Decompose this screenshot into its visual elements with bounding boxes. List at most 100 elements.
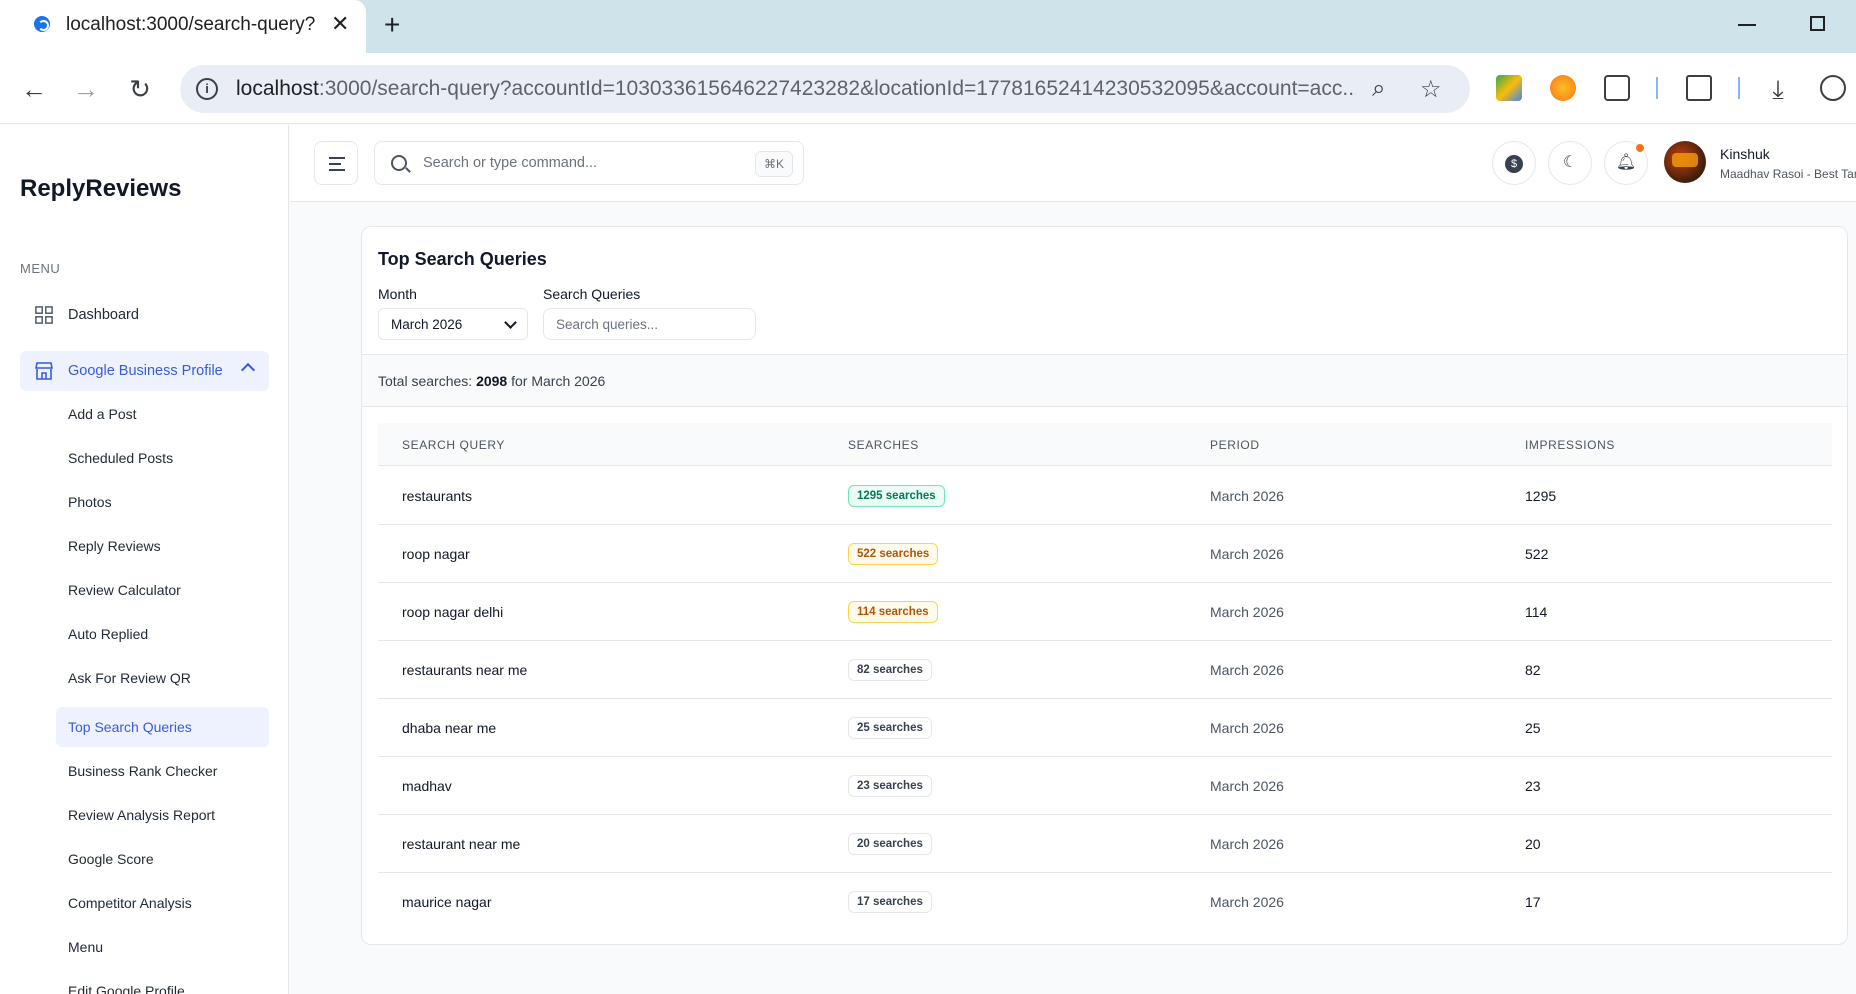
zoom-icon[interactable]: ⌕ [1372, 75, 1385, 103]
minimize-icon[interactable] [1738, 24, 1756, 26]
total-searches-summary: Total searches: 2098 for March 2026 [362, 354, 1847, 407]
extensions-puzzle-icon[interactable] [1604, 75, 1630, 101]
summary-prefix: Total searches: [378, 373, 477, 389]
searches-badge: 114 searches [848, 601, 938, 623]
sidebar-item-dashboard[interactable]: Dashboard [20, 295, 269, 335]
chevron-down-icon [504, 316, 517, 329]
table-row[interactable]: roop nagar delhi 114 searches March 2026… [378, 583, 1832, 641]
sidebar-toggle-button[interactable] [314, 141, 358, 185]
table-row[interactable]: restaurant near me 20 searches March 202… [378, 815, 1832, 873]
extension-icon[interactable] [1550, 75, 1576, 101]
period-cell: March 2026 [1210, 604, 1284, 620]
column-header-searches[interactable]: SEARCHES [848, 438, 919, 452]
sidebar-item-google-business-profile[interactable]: Google Business Profile [20, 351, 269, 391]
grid-icon [35, 306, 53, 324]
sidebar-subitem-label: Auto Replied [68, 626, 149, 642]
sidebar-subitem-review-analysis-report[interactable]: Review Analysis Report [56, 795, 269, 835]
column-header-impressions[interactable]: IMPRESSIONS [1525, 438, 1615, 452]
browser-tab[interactable]: localhost:3000/search-query?ac ✕ [0, 0, 366, 53]
avatar[interactable] [1664, 141, 1706, 183]
month-select[interactable]: March 2026 [378, 308, 528, 340]
sidebar-subitem-auto-replied[interactable]: Auto Replied [56, 614, 269, 654]
searches-badge: 1295 searches [848, 485, 945, 507]
query-cell: roop nagar [402, 546, 470, 562]
query-cell: maurice nagar [402, 894, 492, 910]
tab-title: localhost:3000/search-query?ac [66, 14, 316, 35]
tab-search-icon[interactable] [1686, 75, 1712, 101]
sidebar-subitem-label: Review Calculator [68, 582, 181, 598]
period-cell: March 2026 [1210, 778, 1284, 794]
impressions-cell: 1295 [1525, 488, 1557, 504]
searches-badge: 522 searches [848, 543, 939, 565]
sidebar-subitem-top-search-queries[interactable]: Top Search Queries [56, 707, 269, 747]
period-cell: March 2026 [1210, 836, 1284, 852]
sidebar-subitem-google-score[interactable]: Google Score [56, 839, 269, 879]
search-queries-label: Search Queries [543, 286, 641, 302]
sidebar-subitem-label: Reply Reviews [68, 538, 161, 554]
impressions-cell: 82 [1525, 662, 1541, 678]
table-row[interactable]: maurice nagar 17 searches March 2026 17 [378, 873, 1832, 931]
impressions-cell: 25 [1525, 720, 1541, 736]
theme-toggle-button[interactable]: ☾ [1548, 141, 1592, 185]
sidebar-subitem-photos[interactable]: Photos [56, 482, 269, 522]
new-tab-icon[interactable]: + [384, 9, 400, 41]
query-cell: madhav [402, 778, 452, 794]
bookmark-star-icon[interactable]: ☆ [1420, 75, 1442, 104]
sidebar-subitem-add-a-post[interactable]: Add a Post [56, 394, 269, 434]
sidebar-subitem-label: Competitor Analysis [68, 895, 192, 911]
command-search-input[interactable]: Search or type command... ⌘K [374, 141, 804, 185]
sidebar-subitem-review-calculator[interactable]: Review Calculator [56, 570, 269, 610]
searches-badge: 20 searches [848, 833, 932, 855]
query-cell: restaurants near me [402, 662, 528, 678]
reload-icon[interactable]: ↻ [124, 73, 156, 105]
table-row[interactable]: madhav 23 searches March 2026 23 [378, 757, 1832, 815]
user-business-name: Maadhav Rasoi - Best Tan [1720, 167, 1856, 181]
searches-badge: 82 searches [848, 659, 932, 681]
app-header: Search or type command... ⌘K $ ☾ 🔔︎ Kins… [290, 125, 1856, 202]
profile-icon[interactable] [1820, 75, 1846, 101]
user-name[interactable]: Kinshuk [1720, 146, 1770, 162]
back-icon[interactable]: ← [18, 73, 50, 105]
query-cell: restaurants [402, 488, 473, 504]
table-row[interactable]: restaurants near me 82 searches March 20… [378, 641, 1832, 699]
close-tab-icon[interactable]: ✕ [331, 11, 349, 37]
brand-logo-text[interactable]: ReplyReviews [20, 175, 181, 203]
search-placeholder: Search or type command... [423, 155, 598, 171]
period-cell: March 2026 [1210, 720, 1284, 736]
sidebar-subitem-edit-google-profile[interactable]: Edit Google Profile [56, 971, 269, 994]
sidebar-subitem-label: Photos [68, 494, 112, 510]
credits-button[interactable]: $ [1492, 141, 1536, 185]
sidebar-subitem-scheduled-posts[interactable]: Scheduled Posts [56, 438, 269, 478]
searches-badge: 25 searches [848, 717, 932, 739]
impressions-cell: 17 [1525, 894, 1541, 910]
search-queries-input[interactable] [543, 308, 756, 340]
table-row[interactable]: dhaba near me 25 searches March 2026 25 [378, 699, 1832, 757]
forward-icon[interactable]: → [70, 73, 102, 105]
sidebar-subitem-reply-reviews[interactable]: Reply Reviews [56, 526, 269, 566]
sidebar-subitem-business-rank-checker[interactable]: Business Rank Checker [56, 751, 269, 791]
storefront-icon [35, 362, 53, 380]
notifications-button[interactable]: 🔔︎ [1604, 141, 1648, 185]
sidebar-subitem-label: Add a Post [68, 406, 137, 422]
query-cell: dhaba near me [402, 720, 497, 736]
searches-badge: 23 searches [848, 775, 932, 797]
column-header-period[interactable]: PERIOD [1210, 438, 1260, 452]
extension-icon[interactable] [1496, 75, 1522, 101]
sidebar-item-label: Google Business Profile [68, 363, 223, 379]
site-info-icon[interactable]: i [196, 78, 218, 100]
sidebar-subitem-label: Review Analysis Report [68, 807, 216, 823]
sidebar-subitem-competitor-analysis[interactable]: Competitor Analysis [56, 883, 269, 923]
top-search-queries-card: Top Search Queries Month March 2026 Sear… [361, 226, 1848, 945]
address-bar[interactable]: i localhost:3000/search-query?accountId=… [180, 65, 1470, 113]
table-row[interactable]: roop nagar 522 searches March 2026 522 [378, 525, 1832, 583]
restore-icon[interactable] [1810, 16, 1825, 31]
column-header-search-query[interactable]: SEARCH QUERY [402, 438, 505, 452]
sidebar-subitem-menu[interactable]: Menu [56, 927, 269, 967]
period-cell: March 2026 [1210, 662, 1284, 678]
download-icon[interactable]: ⤓ [1762, 73, 1794, 105]
favicon-icon [34, 16, 50, 32]
table-row[interactable]: restaurants 1295 searches March 2026 129… [378, 467, 1832, 525]
sidebar-subitem-ask-for-review-qr[interactable]: Ask For Review QR [56, 658, 269, 698]
period-cell: March 2026 [1210, 546, 1284, 562]
url-text[interactable]: localhost:3000/search-query?accountId=10… [236, 77, 1356, 101]
